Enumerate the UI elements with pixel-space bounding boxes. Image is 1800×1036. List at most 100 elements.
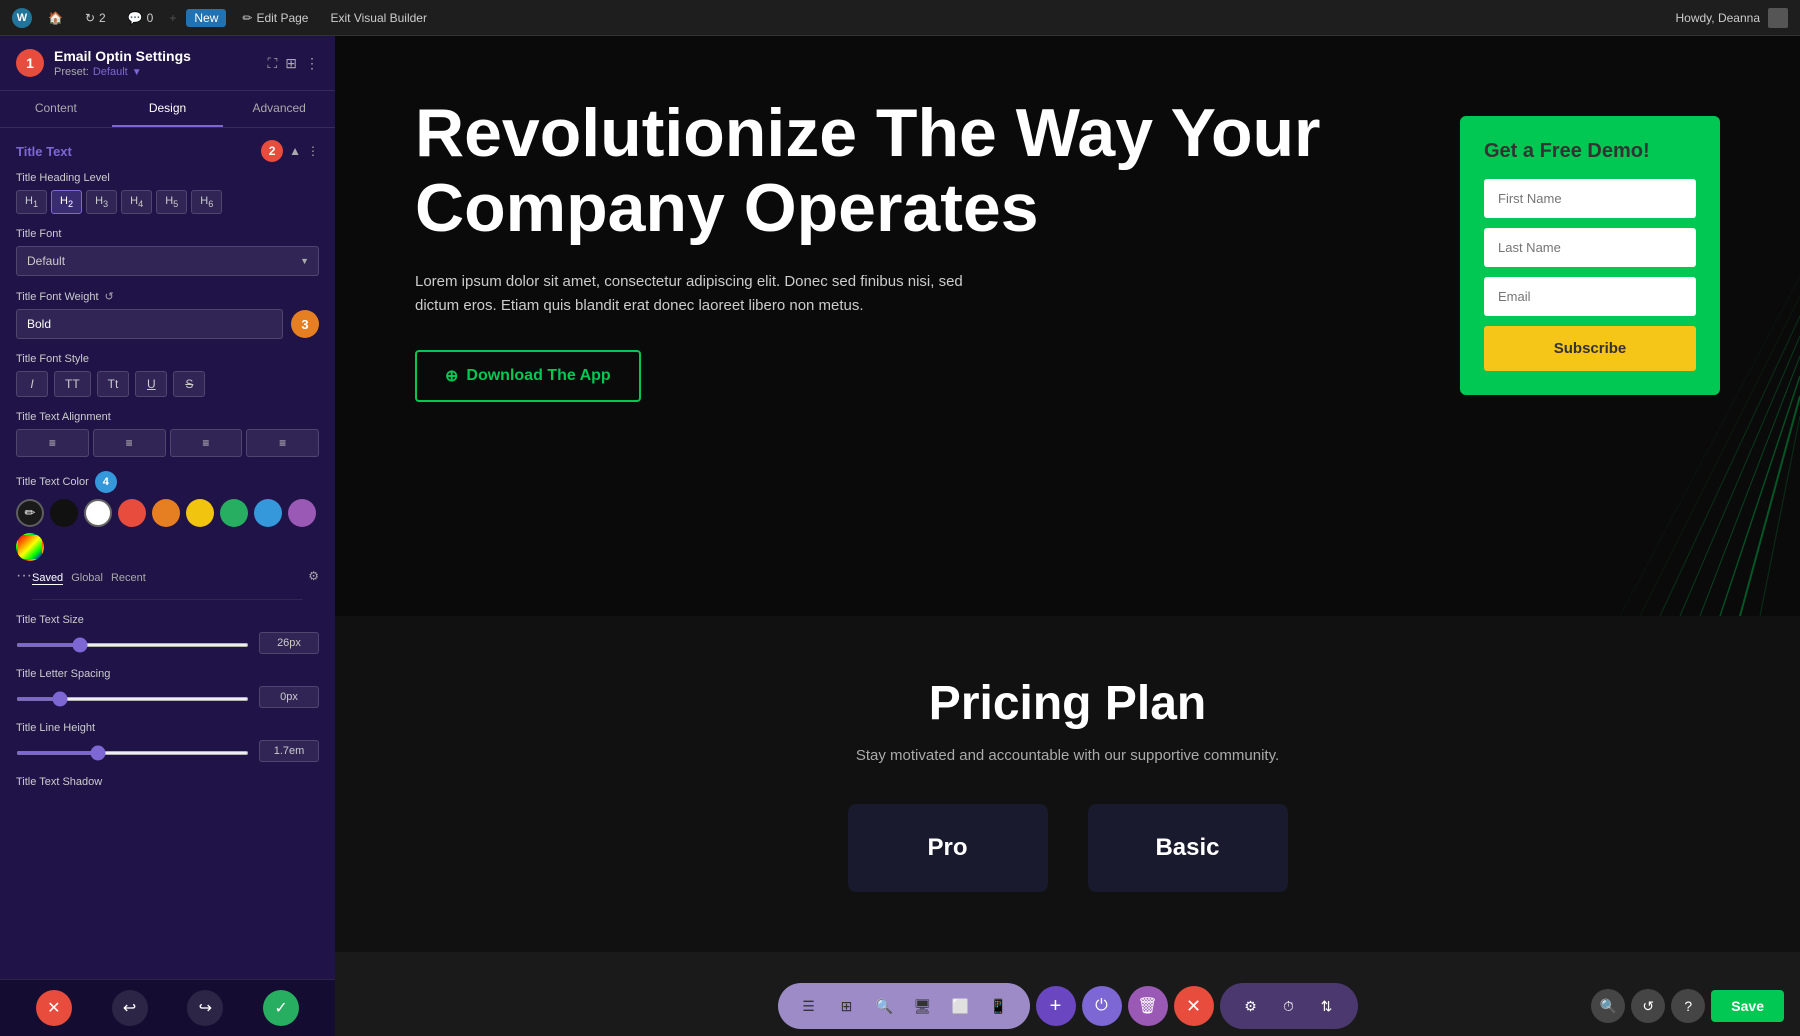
- tab-advanced[interactable]: Advanced: [223, 91, 335, 127]
- color-tab-recent[interactable]: Recent: [111, 572, 146, 585]
- font-weight-reset[interactable]: ↺: [105, 290, 114, 303]
- hero-section: Revolutionize The Way Your Company Opera…: [335, 36, 1800, 616]
- color-tab-global[interactable]: Global: [71, 572, 103, 585]
- style-uppercase[interactable]: TT: [54, 371, 91, 397]
- download-icon: ⊕: [445, 366, 458, 386]
- preset-value[interactable]: Default: [93, 66, 128, 78]
- style-underline[interactable]: U: [135, 371, 167, 397]
- toolbar-help[interactable]: ?: [1671, 989, 1705, 1023]
- section-menu[interactable]: ⋮: [307, 144, 319, 158]
- toolbar-search-right[interactable]: 🔍: [1591, 989, 1625, 1023]
- toolbar-trash-btn[interactable]: 🗑: [1128, 986, 1168, 1026]
- style-strikethrough[interactable]: S: [173, 371, 205, 397]
- toolbar-add-btn[interactable]: +: [1036, 986, 1076, 1026]
- title-text-section: Title Text 2 ▲ ⋮ Title Heading Level H1 …: [0, 128, 335, 814]
- user-avatar[interactable]: [1768, 8, 1788, 28]
- separator: +: [169, 11, 176, 25]
- toolbar-close-btn[interactable]: ✕: [1174, 986, 1214, 1026]
- align-right[interactable]: ≡: [170, 429, 243, 457]
- toolbar-power-btn[interactable]: ⏻: [1082, 986, 1122, 1026]
- toolbar-mobile[interactable]: 📱: [982, 989, 1016, 1023]
- toolbar-refresh[interactable]: ↺: [1631, 989, 1665, 1023]
- font-weight-input[interactable]: [16, 309, 283, 339]
- preset-chevron[interactable]: ▼: [132, 67, 142, 78]
- tab-design[interactable]: Design: [112, 91, 224, 127]
- color-yellow[interactable]: [186, 499, 214, 527]
- text-shadow-label: Title Text Shadow: [16, 776, 319, 788]
- text-size-slider[interactable]: [16, 643, 249, 647]
- align-center[interactable]: ≡: [93, 429, 166, 457]
- fullscreen-icon[interactable]: ⛶: [267, 55, 277, 72]
- color-custom[interactable]: [16, 533, 44, 561]
- color-white[interactable]: [84, 499, 112, 527]
- more-options-icon[interactable]: ⋮: [305, 55, 319, 72]
- text-size-value[interactable]: 26px: [259, 632, 319, 654]
- redo-button[interactable]: ↪: [187, 990, 223, 1026]
- confirm-button[interactable]: ✓: [263, 990, 299, 1026]
- hero-cta-button[interactable]: ⊕ Download The App: [415, 350, 641, 402]
- heading-h3[interactable]: H3: [86, 190, 117, 214]
- align-left[interactable]: ≡: [16, 429, 89, 457]
- align-justify[interactable]: ≡: [246, 429, 319, 457]
- heading-h1[interactable]: H1: [16, 190, 47, 214]
- edit-page-label: Edit Page: [256, 11, 308, 25]
- exit-builder-btn[interactable]: Exit Visual Builder: [324, 9, 433, 27]
- hero-title: Revolutionize The Way Your Company Opera…: [415, 96, 1420, 246]
- toolbar-settings[interactable]: ⚙: [1234, 989, 1268, 1023]
- line-height-value[interactable]: 1.7em: [259, 740, 319, 762]
- divider-1: [32, 599, 303, 600]
- toolbar-desktop[interactable]: 🖥: [906, 989, 940, 1023]
- heading-h4[interactable]: H4: [121, 190, 152, 214]
- align-btns: ≡ ≡ ≡ ≡: [16, 429, 319, 457]
- hero-description: Lorem ipsum dolor sit amet, consectetur …: [415, 270, 995, 318]
- save-button[interactable]: Save: [1711, 990, 1784, 1022]
- heading-btns: H1 H2 H3 H4 H5 H6: [16, 190, 319, 214]
- preset-label: Preset:: [54, 66, 89, 78]
- site-icon[interactable]: 🏠: [42, 9, 69, 27]
- text-color-label: Title Text Color 4: [16, 471, 319, 493]
- edit-page-btn[interactable]: ✏ Edit Page: [236, 9, 314, 27]
- color-green[interactable]: [220, 499, 248, 527]
- eyedropper-swatch[interactable]: ✏: [16, 499, 44, 527]
- heading-h6[interactable]: H6: [191, 190, 222, 214]
- toolbar-tablet[interactable]: ⬜: [944, 989, 978, 1023]
- toolbar-hamburger[interactable]: ☰: [792, 989, 826, 1023]
- updates-btn[interactable]: ↻ 2: [79, 9, 112, 27]
- font-select[interactable]: Default: [16, 246, 319, 276]
- heading-h2[interactable]: H2: [51, 190, 82, 214]
- wordpress-icon[interactable]: W: [12, 8, 32, 28]
- pricing-card-basic: Basic: [1088, 804, 1288, 892]
- style-italic[interactable]: I: [16, 371, 48, 397]
- toolbar-history[interactable]: ⏱: [1272, 989, 1306, 1023]
- new-button[interactable]: New: [186, 9, 226, 27]
- color-more[interactable]: ···: [16, 567, 32, 585]
- color-purple[interactable]: [288, 499, 316, 527]
- letter-spacing-slider-container: [16, 688, 249, 706]
- color-settings-icon[interactable]: ⚙: [308, 569, 319, 583]
- color-tabs: Saved Global Recent: [32, 572, 146, 585]
- color-black[interactable]: [50, 499, 78, 527]
- toolbar-layout[interactable]: ⇅: [1310, 989, 1344, 1023]
- letter-spacing-slider[interactable]: [16, 697, 249, 701]
- undo-button[interactable]: ↩: [112, 990, 148, 1026]
- color-tab-saved[interactable]: Saved: [32, 572, 63, 585]
- tab-content[interactable]: Content: [0, 91, 112, 127]
- pricing-basic-label: Basic: [1118, 834, 1258, 862]
- close-button[interactable]: ✕: [36, 990, 72, 1026]
- color-red[interactable]: [118, 499, 146, 527]
- hero-content: Revolutionize The Way Your Company Opera…: [415, 96, 1420, 402]
- color-orange[interactable]: [152, 499, 180, 527]
- section-collapse[interactable]: ▲: [289, 144, 301, 158]
- letter-spacing-value[interactable]: 0px: [259, 686, 319, 708]
- comments-btn[interactable]: 💬 0: [122, 9, 160, 27]
- howdy-text: Howdy, Deanna: [1676, 11, 1761, 25]
- form-title: Get a Free Demo!: [1484, 140, 1696, 163]
- style-capitalize[interactable]: Tt: [97, 371, 130, 397]
- toolbar-grid[interactable]: ⊞: [830, 989, 864, 1023]
- color-blue[interactable]: [254, 499, 282, 527]
- heading-h5[interactable]: H5: [156, 190, 187, 214]
- first-name-field[interactable]: [1484, 179, 1696, 218]
- columns-icon[interactable]: ⊞: [285, 55, 297, 72]
- line-height-slider[interactable]: [16, 751, 249, 755]
- toolbar-search[interactable]: 🔍: [868, 989, 902, 1023]
